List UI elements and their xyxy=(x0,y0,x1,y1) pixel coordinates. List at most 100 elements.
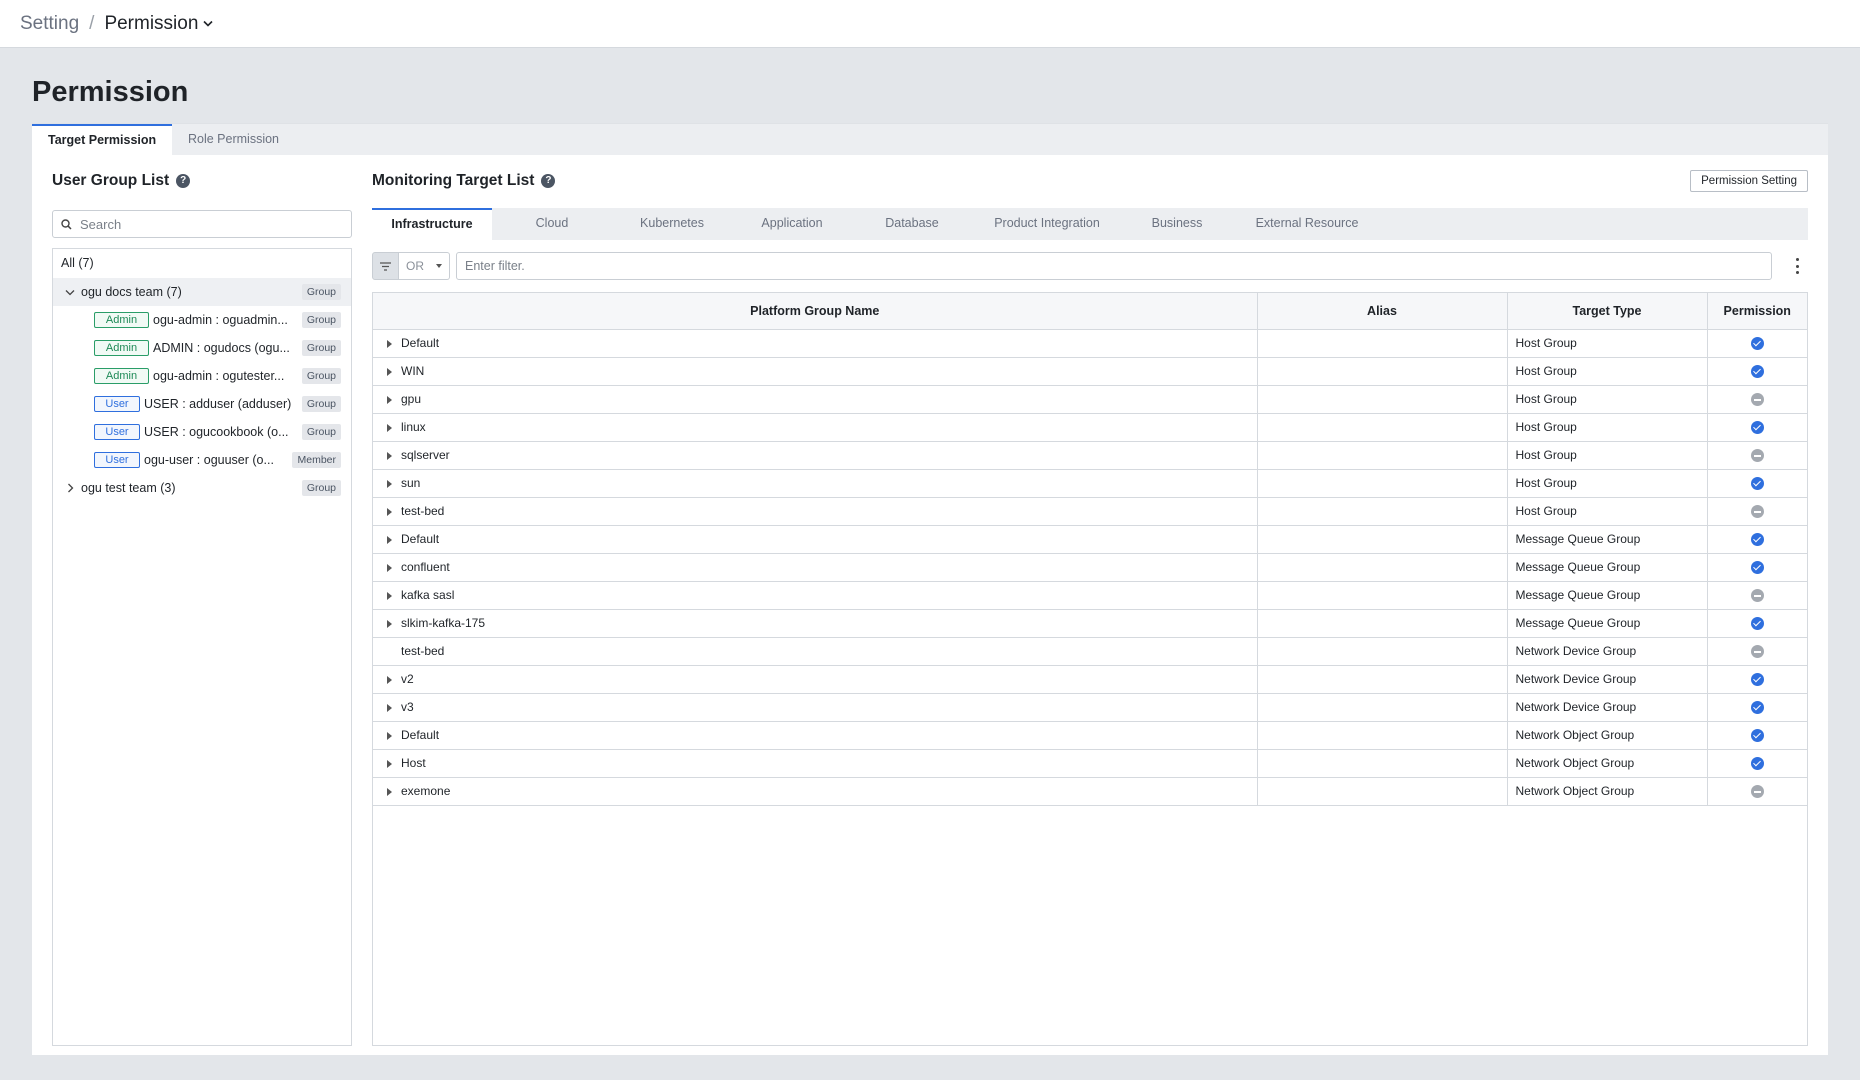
tree-member-row[interactable]: Admin ogu-admin : oguadmin... Group xyxy=(53,306,351,334)
tab-external-resource[interactable]: External Resource xyxy=(1232,208,1382,240)
tree-all-item[interactable]: All (7) xyxy=(53,249,351,278)
permission-granted-icon[interactable] xyxy=(1750,365,1764,379)
cell-permission xyxy=(1707,553,1807,582)
tree-group-ogu-docs-team[interactable]: ogu docs team (7) Group xyxy=(53,278,351,306)
permission-setting-button[interactable]: Permission Setting xyxy=(1690,170,1808,192)
tree-member-row[interactable]: Admin ADMIN : ogudocs (ogu... Group xyxy=(53,334,351,362)
group-name-label: sun xyxy=(401,476,421,490)
chevron-right-icon[interactable] xyxy=(63,481,77,495)
cell-permission xyxy=(1707,581,1807,610)
expand-arrow-icon[interactable] xyxy=(387,591,392,600)
expand-arrow-icon[interactable] xyxy=(387,535,392,544)
table-row[interactable]: test-bed Network Device Group xyxy=(373,637,1807,666)
filter-toggle-button[interactable] xyxy=(372,252,399,280)
permission-granted-icon[interactable] xyxy=(1750,561,1764,575)
breadcrumb-setting[interactable]: Setting xyxy=(20,13,79,35)
expand-arrow-icon[interactable] xyxy=(387,423,392,432)
permission-granted-icon[interactable] xyxy=(1750,477,1764,491)
table-row[interactable]: WIN Host Group xyxy=(373,357,1807,386)
expand-arrow-icon[interactable] xyxy=(387,507,392,516)
table-row[interactable]: kafka sasl Message Queue Group xyxy=(373,581,1807,610)
tab-business[interactable]: Business xyxy=(1122,208,1232,240)
search-input[interactable] xyxy=(80,216,330,232)
expand-arrow-icon[interactable] xyxy=(387,395,392,404)
column-header-permission[interactable]: Permission xyxy=(1707,293,1807,330)
expand-arrow-icon[interactable] xyxy=(387,675,392,684)
permission-denied-icon[interactable] xyxy=(1750,505,1764,519)
filter-input[interactable] xyxy=(456,252,1772,280)
permission-granted-icon[interactable] xyxy=(1750,701,1764,715)
more-options-icon[interactable] xyxy=(1794,258,1800,274)
cell-permission xyxy=(1707,637,1807,666)
table-row[interactable]: v3 Network Device Group xyxy=(373,693,1807,722)
table-row[interactable]: slkim-kafka-175 Message Queue Group xyxy=(373,609,1807,638)
permission-denied-icon[interactable] xyxy=(1750,785,1764,799)
group-label: ogu docs team (7) xyxy=(81,285,182,299)
column-header-target-type[interactable]: Target Type xyxy=(1507,293,1708,330)
expand-arrow-icon[interactable] xyxy=(387,367,392,376)
expand-arrow-icon[interactable] xyxy=(387,451,392,460)
permission-denied-icon[interactable] xyxy=(1750,645,1764,659)
permission-granted-icon[interactable] xyxy=(1750,533,1764,547)
table-row[interactable]: Default Message Queue Group xyxy=(373,525,1807,554)
expand-arrow-icon[interactable] xyxy=(387,759,392,768)
expand-arrow-icon xyxy=(387,648,392,656)
expand-arrow-icon[interactable] xyxy=(387,479,392,488)
table-row[interactable]: exemone Network Object Group xyxy=(373,777,1807,806)
column-header-alias[interactable]: Alias xyxy=(1257,293,1508,330)
tab-kubernetes[interactable]: Kubernetes xyxy=(612,208,732,240)
monitoring-target-list-header: Monitoring Target List ? xyxy=(372,172,556,190)
tab-cloud[interactable]: Cloud xyxy=(492,208,612,240)
tree-member-row[interactable]: Admin ogu-admin : ogutester... Group xyxy=(53,362,351,390)
expand-arrow-icon[interactable] xyxy=(387,703,392,712)
permission-granted-icon[interactable] xyxy=(1750,421,1764,435)
tab-product-integration[interactable]: Product Integration xyxy=(972,208,1122,240)
table-row[interactable]: Default Host Group xyxy=(373,329,1807,358)
tab-database[interactable]: Database xyxy=(852,208,972,240)
expand-arrow-icon[interactable] xyxy=(387,619,392,628)
expand-arrow-icon[interactable] xyxy=(387,339,392,348)
cell-target-type: Host Group xyxy=(1507,413,1708,442)
table-row[interactable]: confluent Message Queue Group xyxy=(373,553,1807,582)
permission-granted-icon[interactable] xyxy=(1750,617,1764,631)
permission-granted-icon[interactable] xyxy=(1750,757,1764,771)
tab-target-permission[interactable]: Target Permission xyxy=(32,124,173,156)
permission-granted-icon[interactable] xyxy=(1750,729,1764,743)
tree-group-ogu-test-team[interactable]: ogu test team (3) Group xyxy=(53,474,351,502)
permission-granted-icon[interactable] xyxy=(1750,337,1764,351)
table-row[interactable]: sun Host Group xyxy=(373,469,1807,498)
table-row[interactable]: linux Host Group xyxy=(373,413,1807,442)
tree-member-row[interactable]: User USER : adduser (adduser) Group xyxy=(53,390,351,418)
cell-platform-group-name: sqlserver xyxy=(373,441,1258,470)
chevron-down-icon[interactable] xyxy=(63,285,77,299)
breadcrumb-permission-dropdown[interactable]: Permission xyxy=(104,13,213,35)
cell-target-type: Message Queue Group xyxy=(1507,553,1708,582)
cell-permission xyxy=(1707,777,1807,806)
group-name-label: test-bed xyxy=(401,644,445,658)
table-row[interactable]: test-bed Host Group xyxy=(373,497,1807,526)
help-icon[interactable]: ? xyxy=(176,174,191,188)
expand-arrow-icon[interactable] xyxy=(387,731,392,740)
table-row[interactable]: Default Network Object Group xyxy=(373,721,1807,750)
table-row[interactable]: gpu Host Group xyxy=(373,385,1807,414)
filter-operator-select[interactable]: OR xyxy=(399,252,450,280)
help-icon[interactable]: ? xyxy=(541,174,556,188)
cell-target-type: Message Queue Group xyxy=(1507,609,1708,638)
permission-denied-icon[interactable] xyxy=(1750,589,1764,603)
table-row[interactable]: Host Network Object Group xyxy=(373,749,1807,778)
table-row[interactable]: sqlserver Host Group xyxy=(373,441,1807,470)
column-header-platform-group-name[interactable]: Platform Group Name xyxy=(373,293,1258,330)
table-row[interactable]: v2 Network Device Group xyxy=(373,665,1807,694)
tree-member-row[interactable]: User USER : ogucookbook (o... Group xyxy=(53,418,351,446)
permission-denied-icon[interactable] xyxy=(1750,393,1764,407)
permission-granted-icon[interactable] xyxy=(1750,673,1764,687)
cell-platform-group-name: confluent xyxy=(373,553,1258,582)
expand-arrow-icon[interactable] xyxy=(387,563,392,572)
tab-application[interactable]: Application xyxy=(732,208,852,240)
tab-infrastructure[interactable]: Infrastructure xyxy=(372,208,492,240)
tab-role-permission[interactable]: Role Permission xyxy=(172,124,295,156)
expand-arrow-icon[interactable] xyxy=(387,787,392,796)
tree-member-row[interactable]: User ogu-user : oguuser (o... Member xyxy=(53,446,351,474)
monitoring-target-table: Platform Group Name Alias Target Type Pe… xyxy=(372,292,1808,1046)
permission-denied-icon[interactable] xyxy=(1750,449,1764,463)
